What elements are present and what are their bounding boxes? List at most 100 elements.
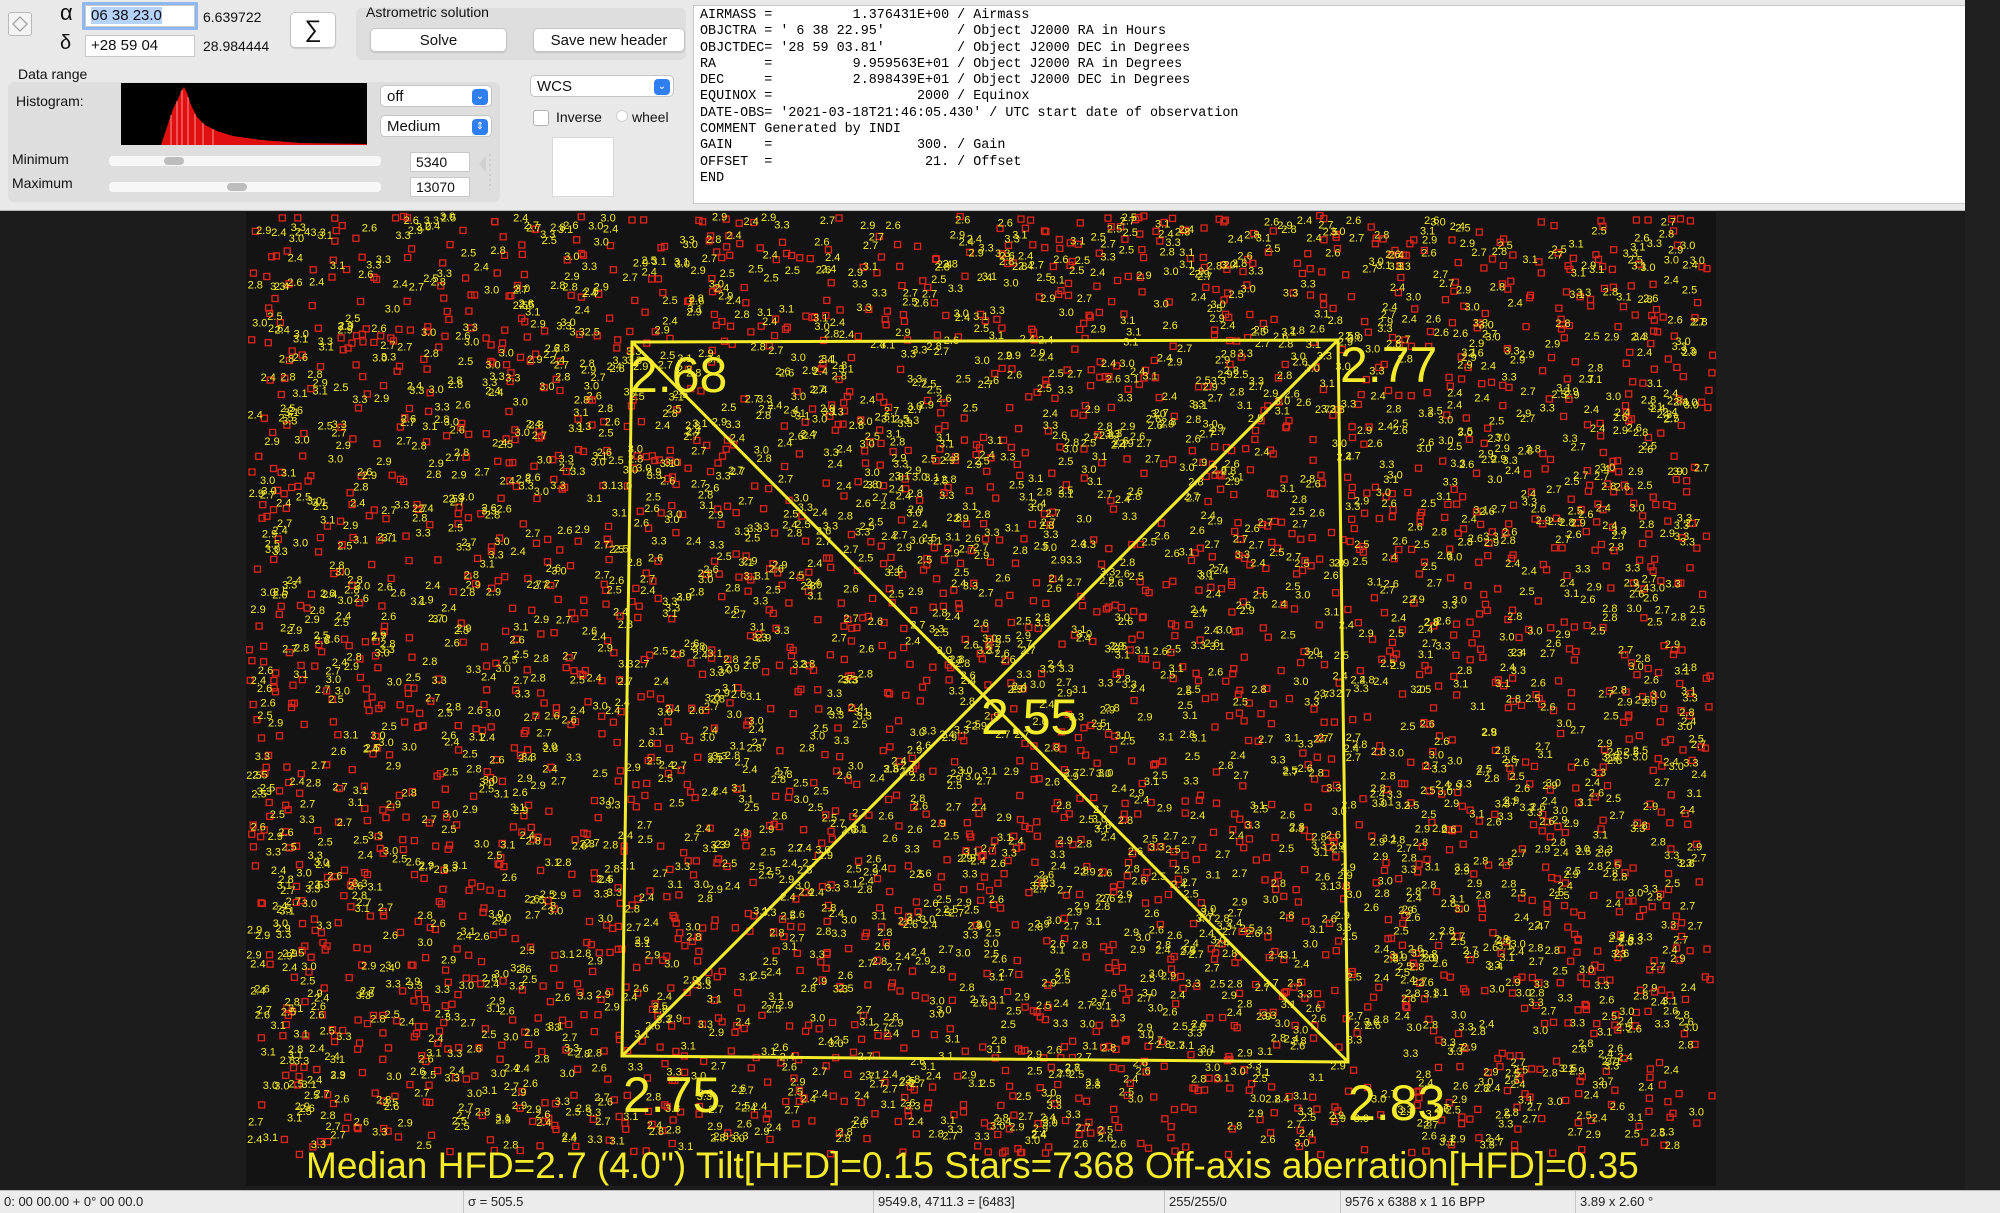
data-range-title: Data range [18,66,87,82]
minimum-slider-knob[interactable] [164,157,184,165]
svg-text:2.8: 2.8 [1033,874,1048,886]
svg-text:2.9: 2.9 [860,220,875,232]
svg-text:2.6: 2.6 [331,746,346,758]
svg-text:3.0: 3.0 [1201,903,1216,915]
minimum-slider[interactable] [108,155,382,167]
svg-text:2.6: 2.6 [838,970,853,982]
svg-text:2.4: 2.4 [1682,259,1697,271]
ra-decimal: 6.639722 [203,9,261,25]
wcs-select[interactable]: WCS⌄ [530,75,674,97]
svg-text:3.0: 3.0 [417,937,432,949]
svg-text:2.4: 2.4 [912,519,927,531]
svg-text:2.6: 2.6 [371,323,386,335]
svg-text:2.8: 2.8 [698,893,713,905]
fits-header-panel[interactable]: AIRMASS = 1.376431E+00 / Airmass OBJCTRA… [693,5,1967,204]
svg-text:2.7: 2.7 [1571,441,1586,453]
svg-text:2.4: 2.4 [1230,750,1245,762]
svg-text:2.8: 2.8 [1507,611,1522,623]
svg-text:3.0: 3.0 [1205,1062,1220,1074]
svg-text:2.4: 2.4 [1680,804,1695,816]
inverse-checkbox[interactable] [533,110,549,126]
svg-text:3.1: 3.1 [1497,940,1512,952]
sigma-icon: ∑ [304,16,321,43]
svg-text:2.5: 2.5 [984,949,999,961]
star-field-image[interactable]: 2.93.12.93.32.92.52.83.03.32.52.52.43.32… [246,212,1716,1186]
svg-text:3.0: 3.0 [1211,299,1226,311]
svg-text:3.3: 3.3 [577,990,592,1002]
svg-text:2.8: 2.8 [858,669,873,681]
svg-text:2.4: 2.4 [428,1033,443,1045]
svg-text:3.3: 3.3 [1594,980,1609,992]
histogram-plot [121,83,367,145]
svg-text:2.8: 2.8 [698,490,713,502]
svg-text:2.9: 2.9 [486,586,501,598]
svg-text:2.6: 2.6 [1546,638,1561,650]
svg-text:2.9: 2.9 [759,824,774,836]
svg-text:2.8: 2.8 [359,988,374,1000]
image-select-icon[interactable] [8,12,32,36]
status-fov: 3.89 x 2.60 ° [1575,1191,1653,1213]
maximum-slider[interactable] [108,181,382,193]
svg-text:3.1: 3.1 [1616,292,1631,304]
solve-button[interactable]: Solve [370,28,507,52]
svg-text:3.1: 3.1 [1281,327,1296,339]
minimum-value-field[interactable]: 5340 [410,152,470,172]
histogram-mode-select[interactable]: off⌄ [380,85,492,107]
svg-text:2.5: 2.5 [1525,693,1540,705]
wheel-radio[interactable] [616,110,628,122]
svg-text:2.4: 2.4 [1485,1133,1500,1145]
maximum-value-field[interactable]: 13070 [410,177,470,197]
svg-text:2.5: 2.5 [900,1076,915,1088]
svg-text:2.6: 2.6 [261,698,276,710]
svg-text:2.5: 2.5 [1049,368,1064,380]
svg-text:2.5: 2.5 [1489,415,1504,427]
svg-text:3.0: 3.0 [459,980,474,992]
svg-text:2.8: 2.8 [1464,949,1479,961]
svg-text:2.6: 2.6 [731,689,746,701]
svg-text:2.8: 2.8 [370,1013,385,1025]
svg-text:3.1: 3.1 [348,797,363,809]
svg-text:2.4: 2.4 [520,830,535,842]
svg-text:2.8: 2.8 [1482,727,1497,739]
dec-input[interactable]: +28 59 04 [85,35,195,57]
range-stepper[interactable] [476,150,494,194]
svg-text:3.0: 3.0 [378,737,393,749]
image-viewer[interactable]: 2.93.12.93.32.92.52.83.03.32.52.52.43.32… [246,212,1716,1186]
sum-button[interactable]: ∑ [290,12,336,48]
svg-text:3.0: 3.0 [1579,964,1594,976]
svg-text:2.9: 2.9 [1415,824,1430,836]
ra-input[interactable]: 06 38 23.0 [85,5,195,27]
svg-text:2.8: 2.8 [1692,316,1707,328]
svg-text:3.3: 3.3 [1066,1109,1081,1121]
svg-text:2.5: 2.5 [1301,1112,1316,1124]
svg-text:2.9: 2.9 [997,812,1012,824]
svg-text:3.1: 3.1 [738,557,753,569]
svg-text:2.4: 2.4 [1162,391,1177,403]
svg-text:2.8: 2.8 [872,956,887,968]
save-header-button[interactable]: Save new header [533,28,685,52]
svg-text:2.7: 2.7 [422,814,437,826]
svg-text:2.9: 2.9 [1157,803,1172,815]
svg-text:2.9: 2.9 [667,1013,682,1025]
svg-text:2.9: 2.9 [712,212,727,224]
svg-text:2.6: 2.6 [1540,702,1555,714]
svg-text:2.9: 2.9 [761,212,776,224]
svg-text:2.4: 2.4 [763,249,778,261]
svg-text:2.5: 2.5 [748,264,763,276]
svg-text:2.5: 2.5 [1195,375,1210,387]
svg-text:2.4: 2.4 [1213,565,1228,577]
svg-text:2.4: 2.4 [1382,552,1397,564]
svg-text:3.1: 3.1 [1681,686,1696,698]
svg-text:3.3: 3.3 [1289,823,1304,835]
svg-text:3.0: 3.0 [1096,768,1111,780]
svg-text:3.3: 3.3 [948,283,963,295]
maximum-slider-knob[interactable] [227,183,247,191]
svg-text:3.3: 3.3 [984,527,999,539]
svg-text:2.9: 2.9 [1237,1048,1252,1060]
histogram-quality-select[interactable]: Medium⇕ [380,115,492,137]
svg-text:2.8: 2.8 [294,643,309,655]
svg-text:2.6: 2.6 [592,1063,607,1075]
svg-text:2.6: 2.6 [1208,666,1223,678]
svg-text:2.8: 2.8 [534,1053,549,1065]
svg-text:2.8: 2.8 [832,360,847,372]
